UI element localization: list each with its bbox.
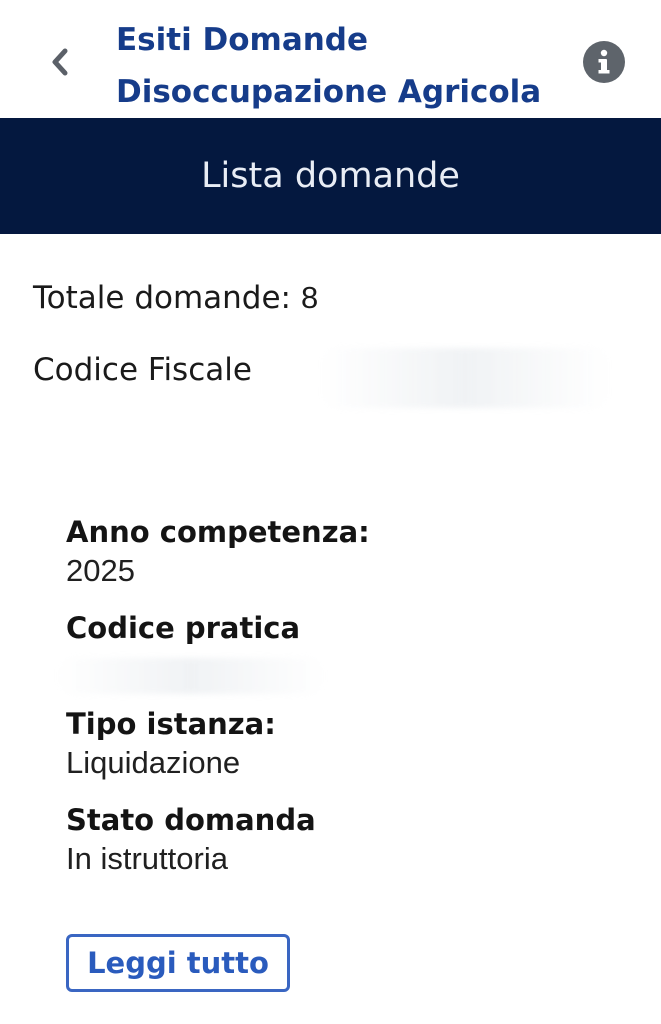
- application-card: Anno competenza: 2025 Codice pratica Tip…: [56, 512, 626, 878]
- total-applications-label: Totale domande:: [33, 280, 292, 316]
- info-button[interactable]: [583, 41, 625, 83]
- tipo-istanza-value: Liquidazione: [66, 745, 241, 780]
- stato-domanda-value: In istruttoria: [66, 841, 228, 876]
- anno-competenza-label: Anno competenza:: [66, 515, 370, 549]
- app-header: Esiti Domande Disoccupazione Agricola: [0, 0, 661, 118]
- anno-competenza-value: 2025: [66, 553, 135, 588]
- codice-pratica-value-area: [56, 648, 626, 704]
- banner-title: Lista domande: [201, 156, 460, 196]
- codice-fiscale-label: Codice Fiscale: [33, 352, 252, 388]
- section-banner: Lista domande: [0, 118, 661, 234]
- stato-domanda-label: Stato domanda: [66, 803, 316, 837]
- back-button[interactable]: [40, 42, 80, 82]
- codice-fiscale-row: Codice Fiscale: [33, 352, 252, 388]
- total-applications-value: 8: [301, 280, 319, 315]
- codice-pratica-redacted: [56, 658, 326, 694]
- page-title-line1: Esiti Domande: [116, 22, 369, 58]
- page-title-line2: Disoccupazione Agricola: [116, 74, 542, 110]
- tipo-istanza-label: Tipo istanza:: [66, 707, 276, 741]
- codice-pratica-label: Codice pratica: [66, 611, 301, 645]
- page-title: Esiti Domande Disoccupazione Agricola: [116, 14, 556, 118]
- codice-fiscale-redacted: [320, 348, 610, 408]
- chevron-left-icon: [52, 48, 68, 76]
- total-applications-row: Totale domande: 8: [33, 280, 318, 316]
- read-more-button[interactable]: Leggi tutto: [66, 934, 290, 992]
- info-icon: [598, 49, 610, 74]
